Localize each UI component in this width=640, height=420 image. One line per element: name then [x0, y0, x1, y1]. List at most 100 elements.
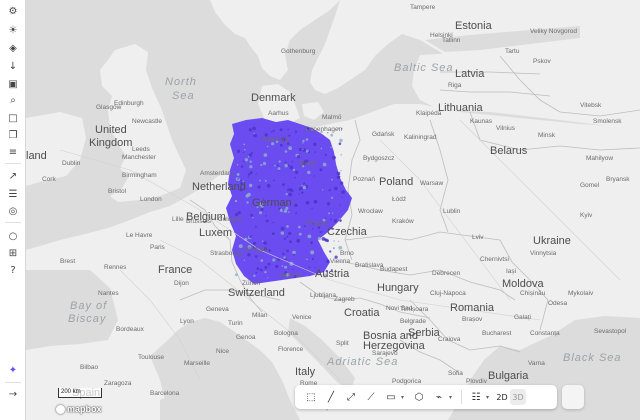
toolbar-divider [5, 163, 21, 164]
data-point [281, 265, 284, 267]
sun-icon[interactable]: ☀ [3, 22, 23, 38]
data-point [259, 211, 262, 215]
measure-icon[interactable]: ⤢ [341, 387, 361, 407]
map-canvas[interactable]: North Sea Baltic Sea Bay of Biscay Adriatic S… [26, 0, 640, 420]
data-point [292, 268, 294, 271]
arrow-right-icon[interactable]: → [3, 386, 23, 402]
data-point [278, 160, 281, 163]
signal-icon[interactable]: ⌁ [429, 387, 449, 407]
data-point [326, 202, 331, 206]
view-3d-button[interactable]: 3D [510, 389, 526, 405]
label-manchester: Manchester [122, 154, 156, 161]
data-point [234, 273, 238, 277]
label-switzerland: Switzerland [228, 287, 285, 299]
data-point [333, 219, 338, 223]
copy-icon[interactable]: ❐ [3, 127, 23, 143]
data-point [295, 212, 297, 214]
globe-icon[interactable]: ○ [3, 228, 23, 244]
label-split: Split [336, 340, 349, 347]
image-icon[interactable]: ▣ [3, 76, 23, 92]
data-point [298, 232, 302, 236]
label-genoa: Genoa [236, 334, 256, 341]
data-point [256, 267, 260, 270]
label-united-kingdom-2: Kingdom [89, 137, 133, 149]
label-florence: Florence [278, 346, 304, 353]
data-point [337, 240, 340, 243]
folder-icon[interactable]: □ [3, 110, 23, 126]
label-aarhus: Aarhus [268, 110, 289, 117]
data-point [237, 211, 241, 215]
data-point [260, 259, 264, 262]
toolbar-divider [5, 222, 21, 223]
draw-line-icon[interactable]: ╱ [321, 387, 341, 407]
label-kaliningrad: Kaliningrad [404, 134, 437, 141]
label-zurich: Zürich [242, 280, 261, 287]
layers-icon[interactable]: ◈ [3, 40, 23, 56]
layout-chevron-down-icon[interactable]: ▾ [486, 394, 494, 401]
sliders-icon[interactable]: ≡ [3, 144, 23, 160]
data-point [237, 149, 241, 153]
data-point [252, 126, 256, 131]
data-point [325, 217, 327, 219]
signal-chevron-down-icon[interactable]: ▾ [449, 394, 457, 401]
label-toulouse: Toulouse [138, 354, 165, 361]
data-point [279, 128, 283, 132]
data-point [320, 147, 323, 150]
path-icon[interactable]: ⟋ [361, 387, 381, 407]
data-point [248, 153, 252, 157]
label-rennes: Rennes [104, 264, 127, 271]
label-lithuania: Lithuania [438, 102, 483, 114]
label-warsaw: Warsaw [420, 180, 444, 187]
label-tampere: Tampere [410, 4, 436, 11]
data-point [253, 133, 257, 138]
bug-icon[interactable]: ⚙ [3, 3, 23, 19]
data-point [311, 257, 315, 260]
sparkle-icon[interactable]: ✦ [3, 362, 23, 378]
data-point [255, 173, 257, 175]
select-box-icon[interactable]: ⬚ [301, 387, 321, 407]
label-krakow: Kraków [392, 218, 414, 225]
search-icon[interactable]: ⌕ [3, 92, 23, 108]
data-point [274, 164, 276, 167]
data-point [242, 160, 245, 163]
data-point [321, 237, 326, 241]
data-point [262, 240, 264, 242]
data-point [340, 153, 343, 156]
label-strasbourg: Strasbourg [210, 250, 242, 257]
label-poznan: Poznań [353, 176, 376, 183]
pin-icon[interactable]: ◎ [3, 203, 23, 219]
data-point [277, 167, 281, 171]
label-germany: German [252, 197, 292, 209]
trend-icon[interactable]: ↗ [3, 168, 23, 184]
data-point [336, 175, 340, 179]
label-bryansk: Bryansk [606, 176, 630, 183]
download-icon[interactable]: ↓ [3, 58, 23, 74]
data-point [341, 196, 343, 198]
layout-icon[interactable]: ☷ [466, 387, 486, 407]
rectangle-chevron-down-icon[interactable]: ▾ [401, 394, 409, 401]
data-point [339, 204, 341, 206]
cube-icon[interactable]: ⬡ [409, 387, 429, 407]
data-point [307, 234, 312, 239]
data-point [289, 165, 294, 170]
data-point [331, 212, 334, 214]
label-ljubljana: Ljubljana [310, 292, 337, 299]
label-serbia: Serbia [408, 327, 440, 339]
rectangle-icon[interactable]: ▭ [381, 387, 401, 407]
help-icon[interactable]: ? [3, 262, 23, 278]
data-point [317, 236, 321, 241]
label-lille: Lille [172, 216, 184, 223]
document-icon[interactable]: ☰ [3, 186, 23, 202]
view-2d-button[interactable]: 2D [494, 389, 510, 405]
label-moldova: Moldova [502, 278, 544, 290]
data-point [259, 268, 262, 271]
label-bristol: Bristol [108, 188, 127, 195]
data-point [237, 178, 239, 180]
label-varna: Varna [528, 360, 545, 367]
data-point [296, 155, 300, 159]
label-constanta: Constanța [530, 330, 560, 337]
extra-control[interactable] [562, 385, 584, 409]
add-box-icon[interactable]: ⊞ [3, 245, 23, 261]
data-point [288, 146, 292, 151]
data-point [244, 158, 249, 162]
